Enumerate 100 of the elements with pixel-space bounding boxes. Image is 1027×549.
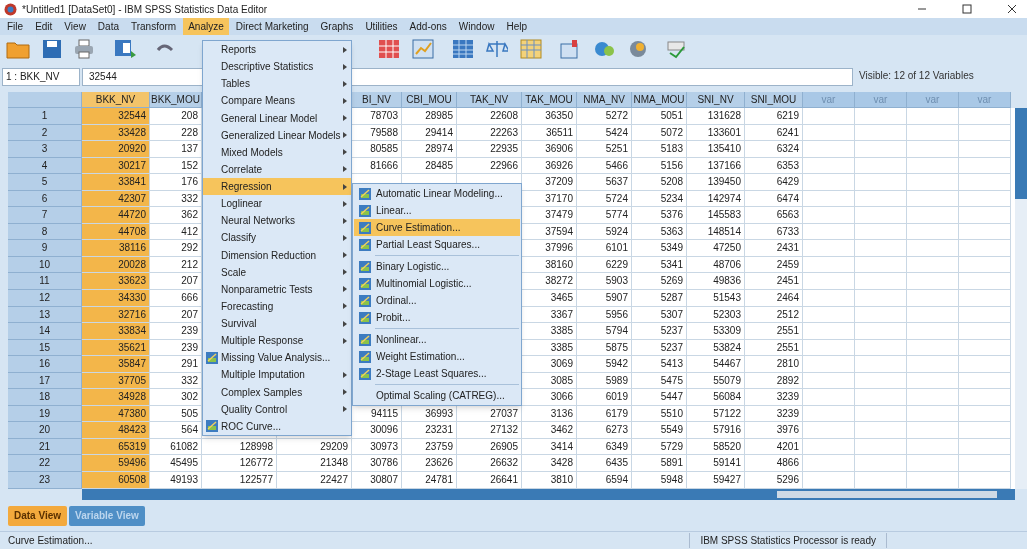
column-header[interactable]: NMA_NV [577,92,632,108]
chart-grid-icon[interactable] [412,38,434,59]
column-header[interactable]: BKK_MOU [150,92,202,108]
table-cell: 59427 [687,472,745,489]
row-number[interactable]: 3 [8,141,82,158]
menu-item[interactable]: Multiple Imputation [203,366,351,384]
table-cell: 5942 [577,356,632,373]
row-number[interactable]: 9 [8,240,82,257]
horizontal-scrollbar[interactable] [82,489,1015,500]
menu-item[interactable]: Edit [30,18,58,35]
table-cell: 2464 [745,290,803,307]
menu-item[interactable]: Survival [203,315,351,333]
menu-item[interactable]: Data [92,18,124,35]
menu-item[interactable]: Linear... [354,202,520,219]
table-cell: 207 [150,273,202,290]
menu-item[interactable]: Complex Samples [203,383,351,401]
row-number[interactable]: 11 [8,273,82,290]
scrollbar-thumb[interactable] [777,491,997,498]
table-cell: 37996 [522,240,577,257]
vertical-scrollbar[interactable] [1015,108,1027,489]
table-cell: 37479 [522,207,577,224]
close-icon[interactable] [1007,4,1017,14]
menu-item[interactable]: Utilities [360,18,403,35]
column-header[interactable]: TAK_MOU [522,92,577,108]
table-cell: 34928 [82,389,150,406]
menu-item[interactable]: Dimension Reduction [203,246,351,264]
menu-item[interactable]: Optimal Scaling (CATREG)... [354,387,520,404]
column-header[interactable]: SNI_NV [687,92,745,108]
menu-item[interactable]: Regression [203,178,351,196]
spreadsheet-icon[interactable] [520,38,542,59]
submenu-arrow-icon [343,166,347,173]
table-cell: 57916 [687,422,745,439]
row-number[interactable]: 5 [8,174,82,191]
menu-item-icon [359,187,371,200]
table-cell: 4866 [745,455,803,473]
menu-item[interactable]: Graphs [315,18,359,35]
menu-item[interactable]: Probit... [354,309,520,326]
menu-item[interactable]: File [2,18,29,35]
grid-icon[interactable] [378,38,400,59]
menu-item[interactable]: Reports [203,41,351,59]
menu-item[interactable]: Compare Means [203,92,351,110]
row-number[interactable]: 16 [8,356,82,373]
column-header[interactable]: BKK_NV [82,92,150,108]
menu-item[interactable]: Classify [203,229,351,247]
menu-item[interactable]: Automatic Linear Modeling... [354,185,520,202]
row-number[interactable]: 14 [8,323,82,340]
menu-item[interactable]: Loglinear [203,195,351,213]
menu-item[interactable]: Generalized Linear Models [203,126,351,144]
menu-item[interactable]: Help [501,18,532,35]
menu-item[interactable]: Analyze [183,18,229,35]
table-cell: 28974 [402,141,457,158]
row-number[interactable]: 18 [8,389,82,406]
menu-item[interactable]: Forecasting [203,297,351,315]
menu-item[interactable]: Correlate [203,160,351,178]
table-cell: 6429 [745,174,803,191]
window-title: *Untitled1 [DataSet0] - IBM SPSS Statistics Data Editor [22,2,269,17]
table-icon[interactable] [452,38,474,59]
row-number[interactable]: 22 [8,455,82,473]
print-icon[interactable] [74,38,94,59]
column-header[interactable]: TAK_NV [457,92,522,108]
menu-item[interactable]: Curve Estimation... [354,219,520,236]
scrollbar-thumb[interactable] [1015,199,1027,489]
menu-item[interactable]: Multiple Response [203,332,351,350]
row-number[interactable]: 12 [8,290,82,307]
row-number[interactable]: 7 [8,207,82,224]
menu-item[interactable]: Missing Value Analysis... [203,349,351,367]
column-header[interactable]: CBI_MOU [402,92,457,108]
view-tab[interactable]: Data View [8,505,68,526]
row-number[interactable]: 1 [8,108,82,125]
column-header[interactable]: BI_NV [352,92,402,108]
dialog-recall-icon[interactable] [114,38,138,59]
menu-item[interactable]: Nonlinear... [354,331,520,348]
menu-item[interactable]: Weight Estimation... [354,348,520,365]
menu-item[interactable]: Quality Control [203,400,351,418]
menu-item[interactable]: Scale [203,263,351,281]
row-number[interactable]: 23 [8,472,82,489]
menu-item[interactable]: View [59,18,91,35]
table-cell: 3066 [522,389,577,406]
menu-item[interactable]: Add-ons [404,18,452,35]
menu-item[interactable]: Direct Marketing [230,18,314,35]
row-number[interactable]: 20 [8,422,82,439]
menu-item[interactable]: Transform [126,18,182,35]
menu-item[interactable]: Neural Networks [203,212,351,230]
table-cell: 59141 [687,455,745,473]
menu-item[interactable]: ROC Curve... [203,417,351,435]
column-header[interactable]: SNI_MOU [745,92,803,108]
column-header[interactable]: NMA_MOU [632,92,687,108]
menu-item[interactable]: Ordinal... [354,292,520,309]
menu-item[interactable]: Nonparametric Tests [203,280,351,298]
maximize-icon[interactable] [962,4,972,14]
menu-item[interactable]: Window [453,18,500,35]
menu-item[interactable]: Partial Least Squares... [354,236,520,253]
menu-item[interactable]: Binary Logistic... [354,258,520,275]
table-cell: 22935 [457,141,522,158]
save-icon[interactable] [42,38,62,59]
scale-icon[interactable] [486,38,508,59]
menu-item[interactable]: 2-Stage Least Squares... [354,365,520,382]
menu-item[interactable]: General Linear Model [203,109,351,127]
menu-item[interactable]: Multinomial Logistic... [354,275,520,292]
menu-item[interactable]: Mixed Models [203,143,351,161]
